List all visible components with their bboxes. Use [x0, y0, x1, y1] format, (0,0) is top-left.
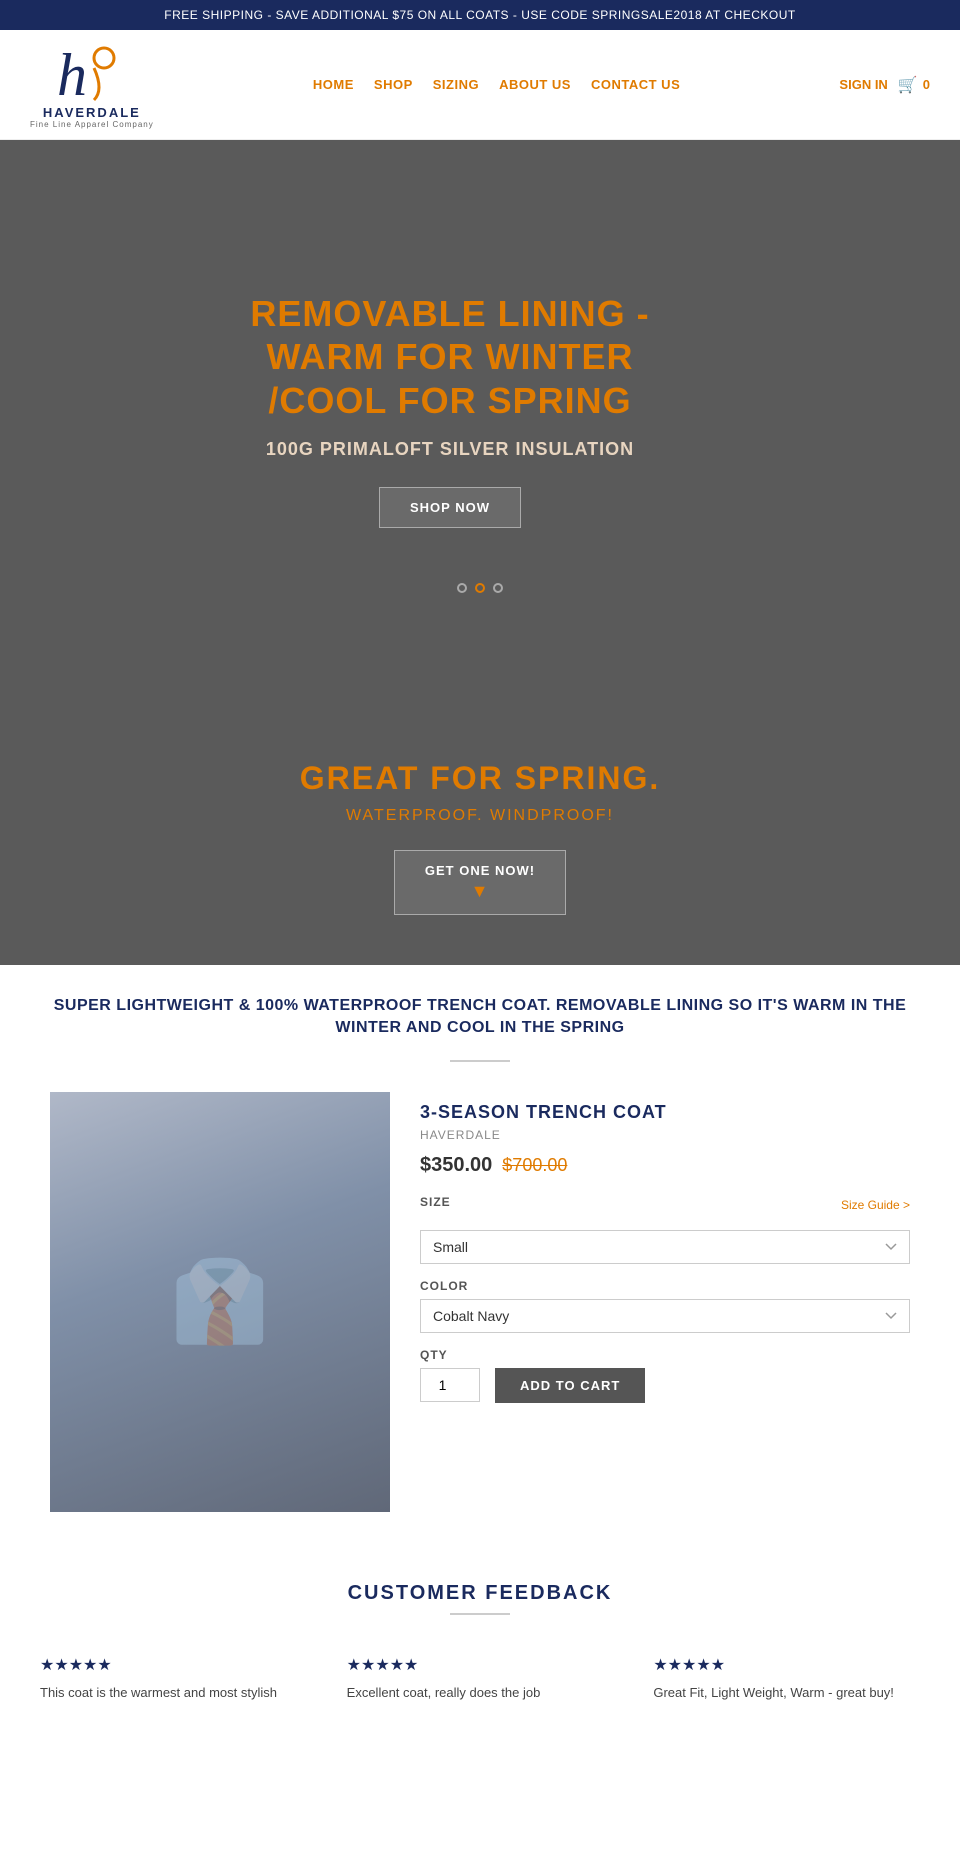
get-one-label: GET ONE NOW! — [425, 863, 535, 878]
qty-input[interactable] — [420, 1368, 480, 1402]
product-container: 3-SEASON TRENCH COAT HAVERDALE $350.00 $… — [50, 1092, 910, 1512]
svg-text:h: h — [57, 42, 87, 108]
spring-title: GREAT FOR SPRING. — [20, 760, 940, 797]
logo-text: HAVERDALE — [43, 105, 141, 120]
top-banner: FREE SHIPPING - SAVE ADDITIONAL $75 ON A… — [0, 0, 960, 30]
price-original: $700.00 — [502, 1155, 567, 1176]
review-text-3: Great Fit, Light Weight, Warm - great bu… — [653, 1683, 920, 1703]
feedback-title: CUSTOMER FEEDBACK — [30, 1582, 930, 1605]
product-image-area — [50, 1092, 390, 1512]
feedback-section: CUSTOMER FEEDBACK ★★★★★ This coat is the… — [0, 1542, 960, 1753]
price-row: $350.00 $700.00 — [420, 1154, 910, 1177]
cart-area[interactable]: 🛒 0 — [898, 75, 930, 95]
product-image — [50, 1092, 390, 1512]
hero-content: REMOVABLE LINING - WARM FOR WINTER /COOL… — [200, 252, 700, 568]
product-section: SUPER LIGHTWEIGHT & 100% WATERPROOF TREN… — [0, 965, 960, 1542]
carousel-dots — [457, 568, 503, 608]
hero-section: REMOVABLE LINING - WARM FOR WINTER /COOL… — [0, 140, 960, 720]
navigation: HOME SHOP SIZING ABOUT US CONTACT US — [313, 77, 680, 92]
size-select[interactable]: Small Medium Large X-Large — [420, 1230, 910, 1264]
headline-divider — [450, 1060, 510, 1062]
qty-section: QTY ADD TO CART — [420, 1348, 910, 1403]
header: h HAVERDALE Fine Line Apparel Company HO… — [0, 30, 960, 140]
logo-tagline: Fine Line Apparel Company — [30, 120, 154, 129]
get-one-button[interactable]: GET ONE NOW! ▼ — [394, 850, 566, 915]
nav-home[interactable]: HOME — [313, 77, 354, 92]
color-field-row: COLOR Cobalt Navy Black Dark Green — [420, 1279, 910, 1333]
nav-sizing[interactable]: SIZING — [433, 77, 479, 92]
header-right: SIGN IN 🛒 0 — [839, 75, 930, 95]
carousel-dot-2[interactable] — [475, 583, 485, 593]
color-label: COLOR — [420, 1279, 910, 1293]
hero-title: REMOVABLE LINING - WARM FOR WINTER /COOL… — [220, 292, 680, 422]
qty-row: ADD TO CART — [420, 1368, 910, 1403]
carousel-dot-1[interactable] — [457, 583, 467, 593]
size-label-row: SIZE Size Guide > — [420, 1195, 910, 1215]
carousel-dot-3[interactable] — [493, 583, 503, 593]
feedback-divider — [450, 1613, 510, 1615]
nav-about-us[interactable]: ABOUT US — [499, 77, 571, 92]
color-select[interactable]: Cobalt Navy Black Dark Green — [420, 1299, 910, 1333]
add-to-cart-button[interactable]: ADD TO CART — [495, 1368, 645, 1403]
size-label: SIZE — [420, 1195, 451, 1209]
banner-text: FREE SHIPPING - SAVE ADDITIONAL $75 ON A… — [164, 8, 795, 22]
cart-count: 0 — [923, 77, 930, 92]
hero-subtitle: 100G PRIMALOFT SILVER INSULATION — [220, 437, 680, 462]
review-item: ★★★★★ Excellent coat, really does the jo… — [337, 1645, 624, 1713]
cart-icon: 🛒 — [898, 75, 918, 95]
product-details: 3-SEASON TRENCH COAT HAVERDALE $350.00 $… — [420, 1092, 910, 1403]
spring-subtitle: WATERPROOF. WINDPROOF! — [20, 807, 940, 825]
nav-contact-us[interactable]: CONTACT US — [591, 77, 680, 92]
brand-name: HAVERDALE — [420, 1128, 910, 1142]
review-text-2: Excellent coat, really does the job — [347, 1683, 614, 1703]
spring-section: GREAT FOR SPRING. WATERPROOF. WINDPROOF!… — [0, 720, 960, 965]
product-name: 3-SEASON TRENCH COAT — [420, 1102, 910, 1123]
down-arrow-icon: ▼ — [471, 881, 490, 902]
logo-icon: h — [52, 40, 132, 110]
review-stars-2: ★★★★★ — [347, 1655, 614, 1675]
review-stars-1: ★★★★★ — [40, 1655, 307, 1675]
product-headline: SUPER LIGHTWEIGHT & 100% WATERPROOF TREN… — [50, 995, 910, 1040]
price-current: $350.00 — [420, 1154, 492, 1177]
review-text-1: This coat is the warmest and most stylis… — [40, 1683, 307, 1703]
review-item: ★★★★★ This coat is the warmest and most … — [30, 1645, 317, 1713]
review-stars-3: ★★★★★ — [653, 1655, 920, 1675]
shop-now-button[interactable]: SHOP NOW — [379, 487, 521, 528]
review-item: ★★★★★ Great Fit, Light Weight, Warm - gr… — [643, 1645, 930, 1713]
nav-shop[interactable]: SHOP — [374, 77, 413, 92]
qty-label: QTY — [420, 1348, 910, 1362]
reviews-grid: ★★★★★ This coat is the warmest and most … — [30, 1645, 930, 1713]
size-guide-link[interactable]: Size Guide > — [841, 1198, 910, 1212]
logo[interactable]: h HAVERDALE Fine Line Apparel Company — [30, 40, 154, 129]
sign-in-link[interactable]: SIGN IN — [839, 77, 887, 92]
size-field-row: SIZE Size Guide > Small Medium Large X-L… — [420, 1195, 910, 1264]
